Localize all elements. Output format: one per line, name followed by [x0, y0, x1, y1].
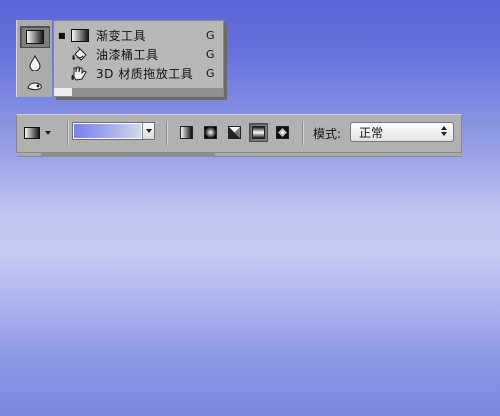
gradient-picker[interactable] [72, 122, 155, 140]
gradient-tool-button[interactable] [20, 26, 50, 48]
tool-flyout-menu: ■ 渐变工具 G 油漆桶工具 G 3D 材质拖放工具 G [53, 20, 224, 97]
gradient-tool-icon [71, 29, 89, 42]
blur-tool-button[interactable] [20, 52, 50, 74]
gradient-preview-swatch[interactable] [74, 124, 141, 138]
linear-gradient-icon [180, 126, 193, 139]
diamond-gradient-icon [276, 126, 289, 139]
paint-bucket-icon [72, 46, 87, 61]
blend-mode-value: 正常 [359, 125, 384, 140]
diamond-gradient-button[interactable] [273, 123, 292, 142]
gradient-tool-icon [24, 127, 40, 139]
flyout-item-paint-bucket[interactable]: 油漆桶工具 G [54, 45, 222, 64]
angle-gradient-button[interactable] [225, 123, 244, 142]
flyout-item-shortcut: G [206, 29, 215, 42]
divider [166, 121, 167, 145]
flyout-item-3d-material-drop[interactable]: 3D 材质拖放工具 G [54, 64, 222, 83]
chevron-down-icon [145, 129, 152, 133]
3d-material-drop-icon [71, 66, 87, 81]
blend-mode-select[interactable]: 正常 [350, 122, 454, 142]
flyout-item-label: 油漆桶工具 [96, 48, 159, 62]
radial-gradient-button[interactable] [201, 123, 220, 142]
gradient-picker-dropdown[interactable] [142, 123, 154, 139]
angle-gradient-icon [228, 126, 241, 139]
reflected-gradient-icon [252, 126, 265, 139]
radial-gradient-icon [204, 126, 217, 139]
flyout-item-shortcut: G [206, 67, 215, 80]
divider [67, 121, 68, 145]
flyout-item-shortcut: G [206, 48, 215, 61]
flyout-item-label: 3D 材质拖放工具 [96, 67, 194, 81]
linear-gradient-button[interactable] [177, 123, 196, 142]
updown-arrows-icon [441, 126, 448, 138]
gradient-options-bar: 模式: 正常 [16, 114, 463, 157]
options-bar-underline [17, 153, 463, 157]
smudge-icon [27, 82, 42, 91]
mode-label: 模式: [313, 127, 342, 141]
gradient-tool-icon [26, 30, 44, 44]
blur-drop-icon [29, 55, 41, 71]
toolbar-strip [16, 20, 69, 97]
smudge-tool-button[interactable] [20, 75, 50, 97]
flyout-item-label: 渐变工具 [96, 29, 147, 43]
divider [302, 121, 303, 145]
tool-preset-picker[interactable] [24, 124, 64, 142]
selected-bullet: ■ [58, 31, 66, 40]
flyout-item-gradient[interactable]: ■ 渐变工具 G [54, 26, 222, 45]
flyout-footer [54, 88, 223, 96]
reflected-gradient-button[interactable] [249, 123, 268, 142]
chevron-down-icon [45, 131, 51, 135]
